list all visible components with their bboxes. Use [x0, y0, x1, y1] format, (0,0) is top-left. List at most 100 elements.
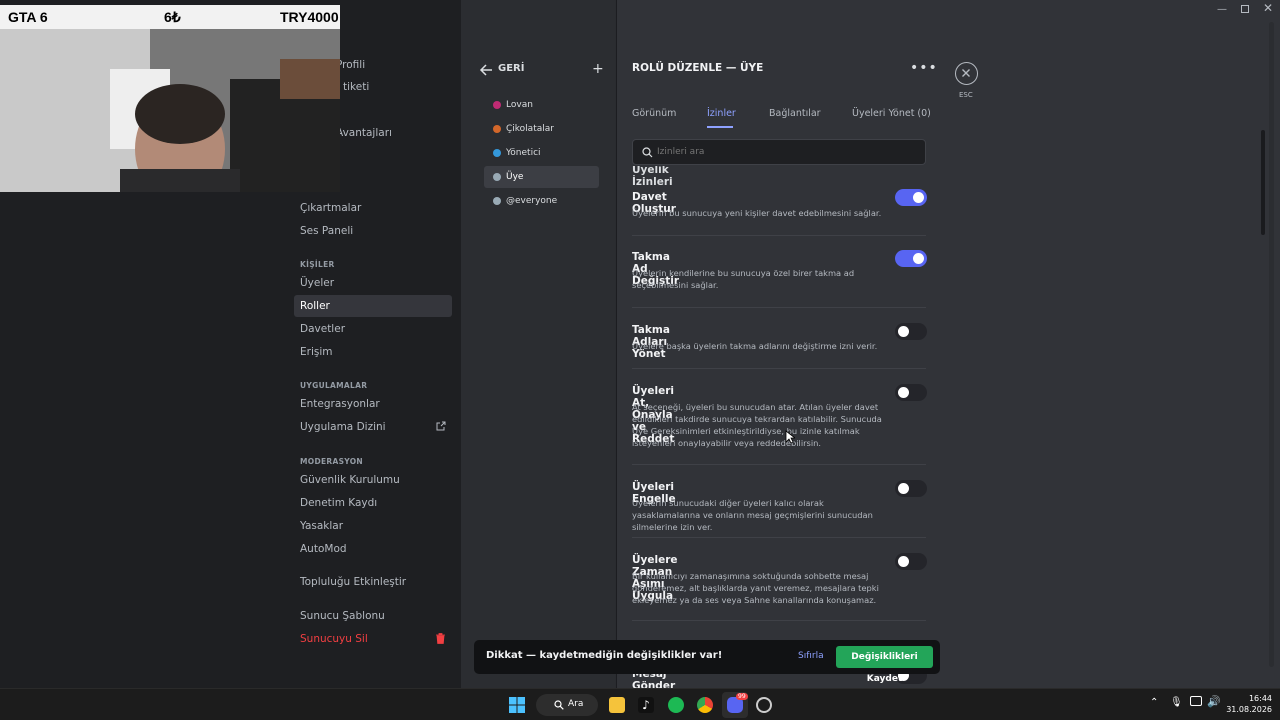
external-link-icon — [436, 421, 446, 431]
permission-toggle[interactable] — [895, 480, 927, 497]
tab-manage-members[interactable]: Üyeleri Yönet (0) — [852, 108, 931, 119]
notification-badge: 99 — [736, 693, 748, 700]
permission-toggle[interactable] — [895, 323, 927, 340]
tab-display[interactable]: Görünüm — [632, 108, 676, 119]
taskbar-search[interactable]: Ara — [536, 694, 598, 716]
mouse-cursor-icon — [785, 430, 795, 444]
sidebar-item-soundboard[interactable]: Ses Paneli — [294, 220, 452, 242]
role-color-dot — [493, 197, 501, 205]
clock-date: 31.08.2026 — [1226, 705, 1272, 714]
discord-taskbar-button[interactable]: 99 — [722, 692, 748, 718]
esc-label: ESC — [959, 91, 973, 99]
permission-description: Üyelere başka üyelerin takma adlarını de… — [632, 341, 878, 351]
toggle-knob — [898, 326, 909, 337]
role-name: Çikolatalar — [506, 124, 554, 134]
toggle-knob — [898, 387, 909, 398]
sidebar-item-bans[interactable]: Yasaklar — [294, 515, 452, 537]
search-icon — [554, 700, 564, 710]
search-input[interactable] — [657, 144, 917, 160]
sidebar-item-invites[interactable]: Davetler — [294, 318, 452, 340]
unsaved-changes-bar: Dikkat — kaydetmediğin değişiklikler var… — [474, 640, 940, 684]
minimize-button[interactable]: — — [1217, 4, 1227, 15]
sidebar-item-members[interactable]: Üyeler — [294, 272, 452, 294]
clock[interactable]: 16:44 31.08.2026 — [1222, 693, 1272, 715]
role-name: Yönetici — [506, 148, 541, 158]
sidebar-item-safety-setup[interactable]: Güvenlik Kurulumu — [294, 469, 452, 491]
sidebar-item-label: Sunucuyu Sil — [300, 633, 368, 645]
divider — [632, 307, 926, 308]
chevron-up-icon[interactable]: ⌃ — [1150, 697, 1158, 708]
permission-toggle[interactable] — [895, 250, 927, 267]
taskbar: Ara ♪ 99 ⌃ 🎙 🔊 16:44 31.08.2026 — [0, 688, 1280, 720]
currency-label: TRY4000 — [280, 9, 339, 25]
search-icon — [642, 147, 653, 158]
sidebar-item-access[interactable]: Erişim — [294, 341, 452, 363]
scrollbar-track[interactable] — [1269, 22, 1274, 667]
sidebar-item-automod[interactable]: AutoMod — [294, 538, 452, 560]
maximize-button[interactable] — [1241, 5, 1249, 13]
role-item[interactable]: Lovan — [484, 94, 599, 116]
webcam-overlay: GTA 6 6₺ TRY4000 — [0, 0, 340, 192]
permission-description: Üyelerin sunucudaki diğer üyeleri kalıcı… — [632, 498, 873, 532]
save-changes-button[interactable]: Değişiklikleri Kaydet — [836, 646, 933, 684]
sidebar-item-integrations[interactable]: Entegrasyonlar — [294, 393, 452, 415]
section-heading-apps: UYGULAMALAR — [300, 381, 368, 390]
spotify-icon[interactable] — [668, 697, 684, 713]
close-window-button[interactable]: ✕ — [1263, 1, 1273, 15]
file-explorer-icon[interactable] — [609, 697, 625, 713]
permission-toggle[interactable] — [895, 189, 927, 206]
sidebar-item-enable-community[interactable]: Topluluğu Etkinleştir — [294, 571, 452, 593]
permission-search[interactable] — [632, 139, 926, 165]
unsaved-warning: Dikkat — kaydetmediğin değişiklikler var… — [486, 650, 723, 661]
permission-description: Üyelerin bu sunucuya yeni kişiler davet … — [632, 208, 882, 218]
permission-description: Bir kullanıcıyı zamanaşımına soktuğunda … — [632, 571, 879, 605]
active-tab-indicator — [707, 126, 733, 128]
tab-permissions[interactable]: İzinler — [707, 108, 736, 119]
divider — [632, 235, 926, 236]
role-item[interactable]: @everyone — [484, 190, 599, 212]
role-item[interactable]: Çikolatalar — [484, 118, 599, 140]
toggle-knob — [898, 556, 909, 567]
add-role-button[interactable]: + — [592, 61, 604, 77]
role-item-selected[interactable]: Üye — [484, 166, 599, 188]
price-label: 6₺ — [164, 9, 181, 25]
trash-icon — [436, 633, 445, 644]
display-icon[interactable] — [1190, 696, 1202, 706]
reset-button[interactable]: Sıfırla — [798, 651, 824, 661]
sidebar-item-server-template[interactable]: Sunucu Şablonu — [294, 605, 452, 627]
sidebar-item-app-directory[interactable]: Uygulama Dizini — [294, 416, 452, 438]
toggle-knob — [913, 253, 924, 264]
back-button[interactable] — [479, 62, 493, 76]
section-heading-moderation: MODERASYON — [300, 457, 363, 466]
scrollbar-thumb[interactable] — [1261, 130, 1265, 235]
divider — [632, 464, 926, 465]
chrome-icon[interactable] — [697, 697, 713, 713]
permission-toggle[interactable] — [895, 553, 927, 570]
windows-start-icon[interactable] — [509, 697, 525, 713]
steam-icon[interactable] — [756, 697, 772, 713]
sidebar-item-roles[interactable]: Roller — [294, 295, 452, 317]
close-button[interactable] — [955, 62, 978, 85]
microphone-icon[interactable]: 🎙 — [1170, 697, 1183, 708]
toggle-knob — [913, 192, 924, 203]
role-color-dot — [493, 125, 501, 133]
role-color-dot — [493, 173, 501, 181]
page-title: ROLÜ DÜZENLE — ÜYE — [632, 62, 764, 74]
webcam-feed — [0, 29, 340, 192]
sidebar-item-stickers[interactable]: Çıkartmalar — [294, 197, 452, 219]
section-heading-people: KİŞİLER — [300, 260, 335, 269]
sidebar-item-audit-log[interactable]: Denetim Kaydı — [294, 492, 452, 514]
volume-icon[interactable]: 🔊 — [1207, 695, 1221, 708]
back-label[interactable]: GERİ — [498, 63, 524, 74]
role-name: Lovan — [506, 100, 533, 110]
more-options-button[interactable]: ••• — [910, 60, 938, 76]
tiktok-icon[interactable]: ♪ — [638, 697, 654, 713]
sidebar-item-label: Uygulama Dizini — [300, 421, 386, 433]
sidebar-item-delete-server[interactable]: Sunucuyu Sil — [294, 628, 452, 650]
permissions-scroll-area[interactable]: Üyelik İzinleri Davet Oluştur Üyelerin b… — [617, 166, 937, 688]
section-heading-partial: Üyelik İzinleri — [632, 166, 673, 188]
permission-toggle[interactable] — [895, 384, 927, 401]
tab-links[interactable]: Bağlantılar — [769, 108, 821, 119]
divider — [632, 537, 926, 538]
role-item[interactable]: Yönetici — [484, 142, 599, 164]
